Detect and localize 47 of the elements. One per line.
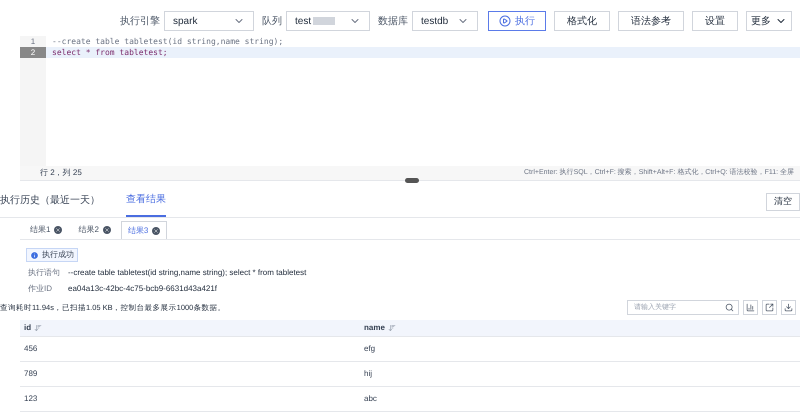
export-button[interactable] (762, 300, 777, 315)
resize-handle[interactable] (405, 178, 419, 183)
select-field[interactable]: spark (164, 11, 254, 31)
download-button[interactable] (781, 300, 796, 315)
field-label: 队列 (262, 14, 282, 28)
code-line: select * from tabletest; (52, 46, 168, 58)
run-button[interactable]: 执行 (488, 11, 546, 31)
play-icon (499, 15, 511, 27)
select-field[interactable]: testdb (412, 11, 478, 31)
more-button[interactable]: 更多 (746, 11, 792, 31)
field-label: 数据库 (378, 14, 408, 28)
clear-button[interactable]: 清空 (766, 193, 800, 211)
toolbar-button[interactable]: 格式化 (554, 11, 610, 31)
result-tab[interactable]: 结果3 (120, 221, 168, 239)
select-field[interactable]: test (286, 11, 370, 31)
detail-label: 作业ID (28, 282, 53, 294)
table-cell-text: 456 (23, 343, 38, 355)
table-cell-text: hij (363, 368, 374, 380)
toolbar-button[interactable]: 语法参考 (618, 11, 684, 31)
cursor-position: 行 2，列 25 (40, 167, 82, 179)
line-number: 2 (30, 46, 36, 58)
code-line: --create table tabletest(id string,name string); (52, 36, 284, 48)
detail-value: --create table tabletest(id string,name string); select * from tabletest (68, 266, 306, 278)
redaction-mark (313, 17, 336, 25)
field-label: 执行引擎 (120, 14, 160, 28)
column-header[interactable]: name (364, 322, 385, 334)
table-cell-text: efg (363, 343, 376, 355)
line-number: 1 (30, 36, 36, 48)
detail-label: 执行语句 (28, 266, 61, 278)
export-icon (765, 303, 774, 312)
close-icon[interactable] (152, 226, 160, 234)
column-header[interactable]: id (24, 322, 32, 334)
bar-chart-icon (746, 303, 755, 312)
close-icon[interactable] (54, 226, 62, 234)
close-icon[interactable] (102, 226, 111, 234)
status-badge: 执行成功 (26, 248, 78, 262)
search-icon (725, 303, 734, 312)
table-cell-text: 123 (23, 393, 38, 405)
table-cell-text: abc (363, 393, 378, 405)
tab[interactable]: 执行历史（最近一天） (0, 192, 100, 217)
result-tab[interactable]: 结果2 (72, 221, 117, 239)
detail-value: ea04a13c-42bc-4c75-bcb9-6631d43a421f (68, 282, 218, 294)
toolbar-button[interactable]: 设置 (692, 11, 738, 31)
table-cell-text: 789 (23, 368, 38, 380)
chart-button[interactable] (743, 300, 758, 315)
download-icon (784, 303, 793, 312)
result-tab[interactable]: 结果1 (24, 221, 68, 239)
